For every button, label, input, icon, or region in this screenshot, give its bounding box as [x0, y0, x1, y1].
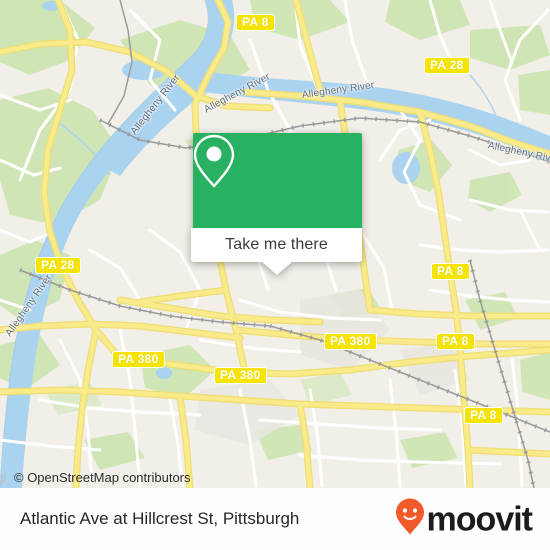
road-shield-pa8[interactable]: PA 8: [436, 333, 475, 350]
popup-image-area: [193, 133, 362, 228]
partial-provider-text: gl: [0, 471, 7, 485]
road-shield-pa28[interactable]: PA 28: [424, 57, 470, 74]
osm-attribution[interactable]: © OpenStreetMap contributors: [14, 470, 191, 485]
footer-bar: Atlantic Ave at Hillcrest St, Pittsburgh…: [0, 488, 550, 550]
map-canvas[interactable]: Allegheny River Allegheny River Alleghen…: [0, 0, 550, 488]
road-shield-pa380[interactable]: PA 380: [324, 333, 377, 350]
map-screenshot: Allegheny River Allegheny River Alleghen…: [0, 0, 550, 550]
moovit-wordmark: moovit: [426, 500, 533, 538]
road-shield-pa8[interactable]: PA 8: [236, 14, 275, 31]
take-me-there-label: Take me there: [225, 236, 328, 253]
road-shield-pa28[interactable]: PA 28: [35, 257, 81, 274]
road-shield-pa8[interactable]: PA 8: [431, 263, 470, 280]
moovit-smiley-pin-icon: [395, 498, 425, 541]
location-popup[interactable]: Take me there: [191, 133, 362, 275]
location-title: Atlantic Ave at Hillcrest St, Pittsburgh: [20, 509, 300, 528]
take-me-there-button[interactable]: Take me there: [191, 228, 362, 262]
road-shield-pa8[interactable]: PA 8: [464, 407, 503, 424]
moovit-logo[interactable]: moovit: [395, 498, 533, 541]
road-shield-pa380[interactable]: PA 380: [112, 351, 165, 368]
popup-tail: [261, 262, 292, 275]
road-shield-pa380[interactable]: PA 380: [214, 367, 267, 384]
